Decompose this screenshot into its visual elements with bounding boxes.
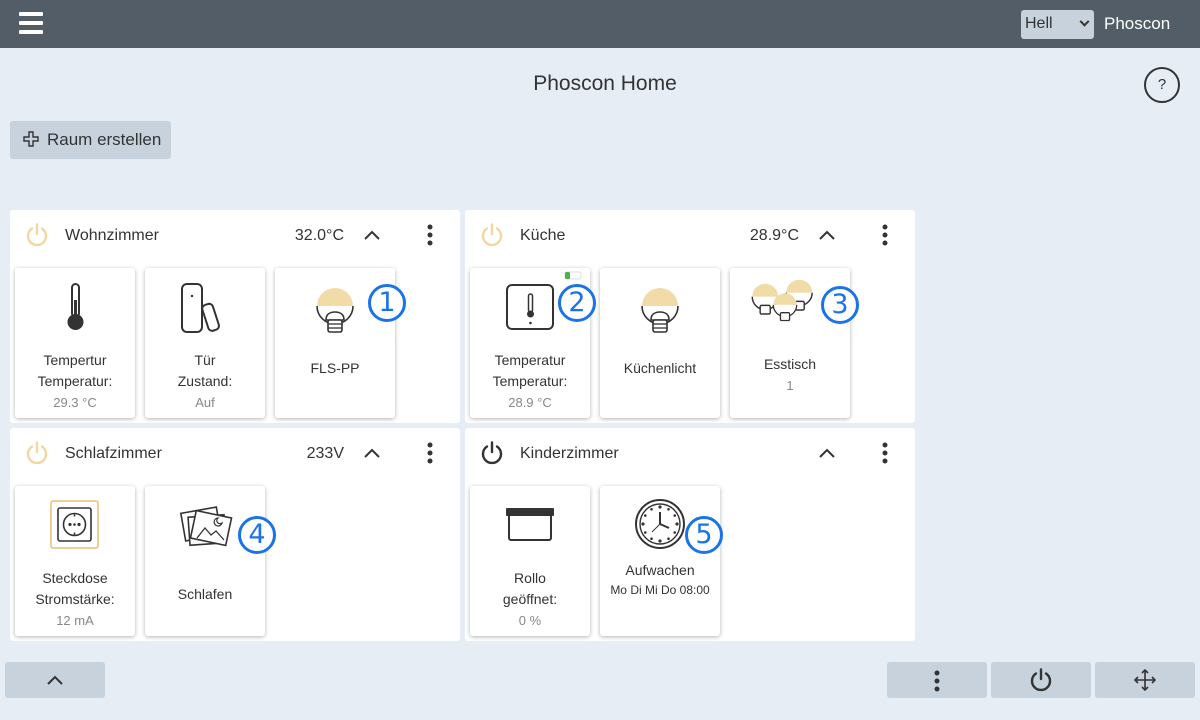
device-name: FLS-PP [310,360,360,376]
hamburger-icon[interactable] [19,12,43,34]
device-value: 29.3 °C [53,395,97,410]
more-vertical-icon[interactable] [880,223,890,247]
room-voltage: 233V [306,445,344,462]
power-icon [1030,668,1052,692]
socket-icon [50,500,99,549]
device-value: 12 mA [56,613,94,628]
room-header: Küche 28.9°C [465,210,915,262]
device-attribute: Stromstärke: [35,591,115,607]
more-vertical-icon[interactable] [425,441,435,465]
device-card-door[interactable]: Tür Zustand: Auf [145,268,265,418]
chevron-up-icon[interactable] [818,227,836,243]
battery-icon [564,271,582,280]
chevron-up-icon[interactable] [818,445,836,461]
schedule-time: Mo Di Mi Do 08:00 [610,583,710,597]
room-kueche: Küche 28.9°C Temperatur Temperatur: 28.9… [465,210,915,423]
step-badge: 5 [685,516,723,554]
chevron-down-icon [1079,16,1090,27]
room-schlafzimmer: Schlafzimmer 233V Steckdose Stromstärke:… [10,428,460,641]
room-name: Küche [520,227,566,244]
room-header: Kinderzimmer [465,428,915,480]
theme-select-value: Hell [1025,15,1053,32]
device-attribute: Zustand: [177,373,233,389]
room-temperature: 28.9°C [749,227,799,244]
thermometer-icon [67,283,84,330]
chevron-up-icon[interactable] [363,445,381,461]
device-name: Steckdose [42,570,108,586]
room-temperature: 32.0°C [294,227,344,244]
blind-icon [506,508,554,541]
step-badge: 2 [558,284,596,322]
power-icon[interactable] [479,222,505,248]
device-name: Tür [194,352,216,368]
more-vertical-icon [934,670,940,692]
scene-card-schlafen[interactable]: Schlafen [145,486,265,636]
device-name: Küchenlicht [623,360,697,376]
room-name: Wohnzimmer [65,227,159,244]
device-attribute: Temperatur: [492,373,568,389]
room-wohnzimmer: Wohnzimmer 32.0°C Tempertur Temperatur: … [10,210,460,423]
move-button[interactable] [1095,662,1195,698]
schedule-name: Aufwachen [625,562,695,578]
move-icon [1134,669,1156,691]
app-name: Phoscon [1104,14,1171,33]
room-header: Schlafzimmer 233V [10,428,460,480]
scene-name: Schlafen [177,586,233,602]
room-kinderzimmer: Kinderzimmer Rollo geöffnet: 0 % Aufwach… [465,428,915,641]
create-room-label: Raum erstellen [47,130,162,149]
device-value: 0 % [518,613,542,628]
room-name: Kinderzimmer [520,445,619,462]
step-badge: 1 [368,284,406,322]
device-card-blind[interactable]: Rollo geöffnet: 0 % [470,486,590,636]
device-value: 28.9 °C [508,395,552,410]
power-icon[interactable] [479,440,505,466]
device-card-thermometer[interactable]: Tempertur Temperatur: 29.3 °C [15,268,135,418]
room-header: Wohnzimmer 32.0°C [10,210,460,262]
room-name: Schlafzimmer [65,445,162,462]
device-attribute: geöffnet: [502,591,558,607]
more-options-button[interactable] [887,662,987,698]
chevron-up-icon[interactable] [363,227,381,243]
bulb-icon [641,288,679,333]
top-bar: Hell Phoscon [0,0,1200,48]
device-name: Tempertur [43,352,107,368]
plus-icon [23,131,39,147]
create-room-button[interactable]: Raum erstellen [10,121,171,159]
device-attribute: Temperatur: [37,373,113,389]
more-vertical-icon[interactable] [880,441,890,465]
device-name: Temperatur [494,352,566,368]
more-vertical-icon[interactable] [425,223,435,247]
page-title: Phoscon Home [533,72,677,95]
step-badge: 3 [821,286,859,324]
door-sensor-icon [181,283,220,333]
device-card-socket[interactable]: Steckdose Stromstärke: 12 mA [15,486,135,636]
step-badge: 4 [238,516,276,554]
power-all-button[interactable] [991,662,1091,698]
device-name: Rollo [514,570,546,586]
power-icon[interactable] [24,222,50,248]
power-icon[interactable] [24,440,50,466]
light-card-kuechenlicht[interactable]: Küchenlicht [600,268,720,418]
schedule-card-aufwachen[interactable]: Aufwachen Mo Di Mi Do 08:00 [600,486,720,636]
device-value: Auf [195,395,215,410]
theme-select[interactable]: Hell [1021,10,1094,39]
help-button[interactable]: ? [1144,67,1180,103]
collapse-all-button[interactable] [5,662,105,698]
group-count: 1 [786,378,794,393]
chevron-up-icon [47,675,63,685]
group-name: Esstisch [763,356,817,372]
